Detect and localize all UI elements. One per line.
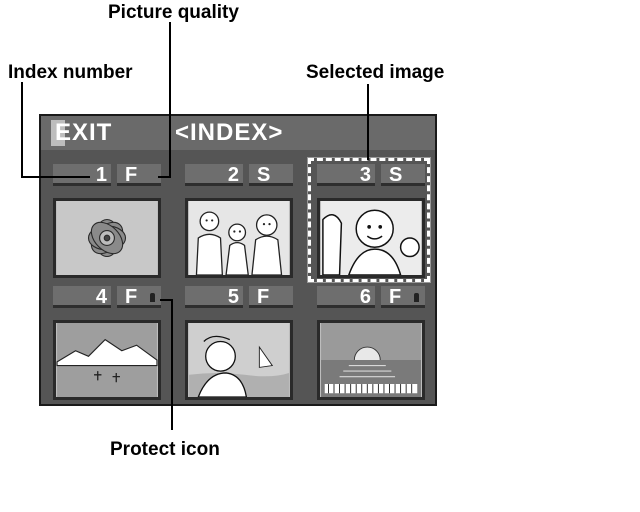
protect-lock-icon	[150, 293, 155, 302]
screen-title: <INDEX>	[175, 119, 284, 146]
thumbnail-image-flower	[53, 198, 161, 278]
picture-quality-badge: F	[117, 286, 161, 308]
protect-lock-icon	[414, 293, 419, 302]
sunset-picture	[321, 323, 421, 397]
quality-letter: F	[125, 286, 138, 308]
mountains-picture	[56, 323, 158, 397]
index-number: 6	[317, 286, 375, 308]
selected-image-callout: Selected image	[306, 62, 445, 83]
thumbnail-cell[interactable]: 5 F	[183, 286, 295, 404]
title-bar: EXIT <INDEX>	[41, 116, 435, 150]
protect-icon-callout: Protect icon	[110, 439, 220, 460]
thumbnail-cell[interactable]: 1 F	[51, 164, 163, 282]
family-picture	[189, 201, 289, 275]
picture-quality-badge: F	[249, 286, 293, 308]
quality-letter: F	[389, 286, 402, 308]
selected-image-frame	[307, 157, 431, 283]
girl-by-sea-picture	[189, 323, 289, 397]
index-number-callout: Index number	[8, 62, 133, 83]
picture-quality-badge: F	[381, 286, 425, 308]
picture-quality-callout: Picture quality	[108, 2, 239, 23]
thumbnail-image-sunset	[317, 320, 425, 400]
thumbnail-cell[interactable]: 6 F	[315, 286, 427, 404]
index-number: 1	[53, 164, 111, 186]
thumbnail-cell[interactable]: 2 S	[183, 164, 295, 282]
index-number: 4	[53, 286, 111, 308]
thumbnail-cell[interactable]: 4 F	[51, 286, 163, 404]
index-screen: EXIT <INDEX> 1 F 2 S 3 S 4 F 5 F 6 F	[39, 114, 437, 406]
picture-quality-badge: F	[117, 164, 161, 186]
flower-picture	[57, 201, 157, 275]
picture-quality-badge: S	[249, 164, 293, 186]
thumbnail-image-family	[185, 198, 293, 278]
index-number: 5	[185, 286, 243, 308]
index-number: 2	[185, 164, 243, 186]
exit-button[interactable]: EXIT	[51, 120, 117, 146]
thumbnail-image-girl-by-sea	[185, 320, 293, 400]
thumbnail-image-mountains	[53, 320, 161, 400]
